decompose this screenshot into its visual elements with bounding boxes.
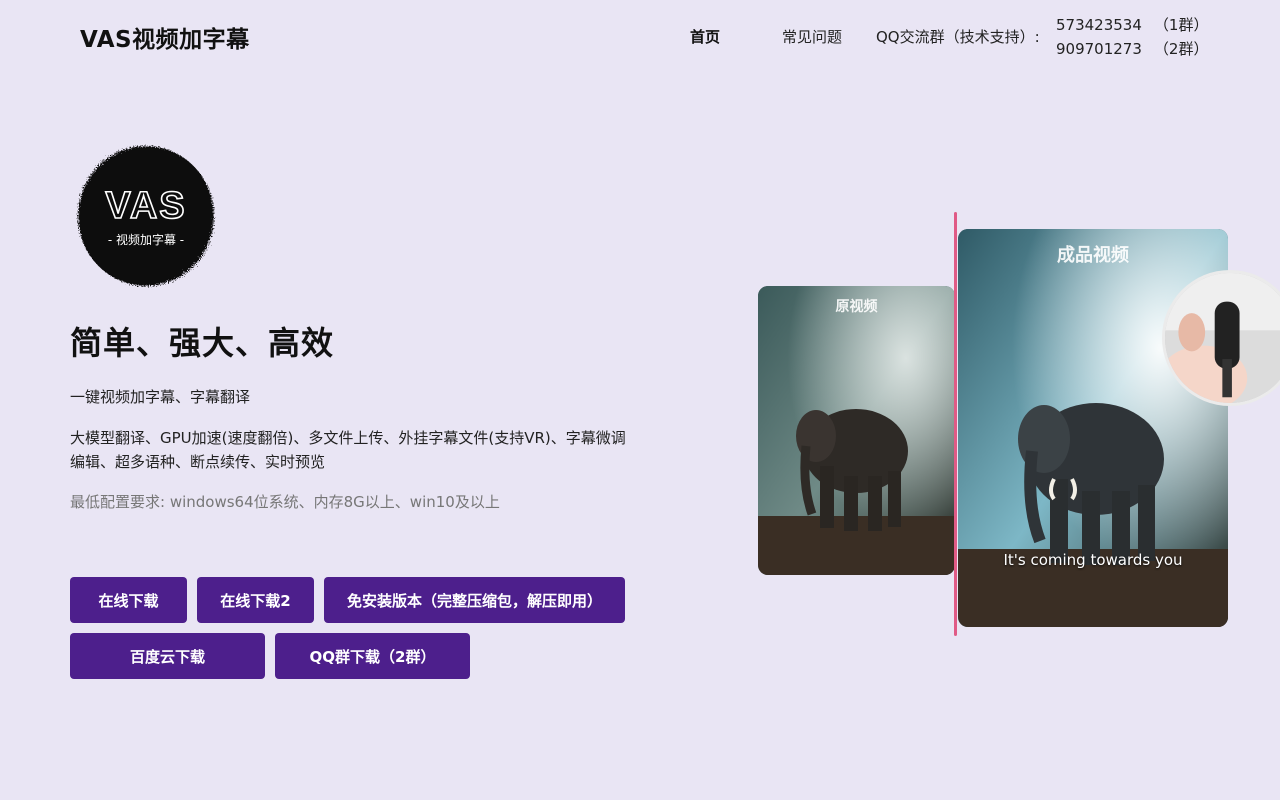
qq-group-number: 573423534 [1056,16,1142,34]
online-download-2-button[interactable]: 在线下载2 [197,577,314,623]
video-preview: 原视频 成品视频 It's coming towards you [758,212,1280,636]
speaker-image [1165,273,1280,403]
original-video-label: 原视频 [835,299,878,315]
final-video-label: 成品视频 [1057,245,1129,266]
hero-requirements: 最低配置要求: windows64位系统、内存8G以上、win10及以上 [70,493,500,511]
logo-text: VAS [105,185,186,227]
qq-group-label: QQ交流群（技术支持）: [876,28,1040,46]
nav-home-link[interactable]: 首页 [690,26,720,47]
online-download-button[interactable]: 在线下载 [70,577,187,623]
qq-group-2: 909701273 （2群） [1056,37,1208,61]
vas-logo: VAS - 视频加字幕 - [74,142,218,290]
qq-group-list: 573423534 （1群） 909701273 （2群） [1056,13,1208,61]
qq-group-download-button[interactable]: QQ群下载（2群） [275,633,470,679]
qq-group-tag: （2群） [1153,40,1209,58]
nav-faq-link[interactable]: 常见问题 [782,26,842,47]
logo-subtext: - 视频加字幕 - [108,232,184,247]
qq-group-tag: （1群） [1153,16,1209,34]
hero-tagline: 一键视频加字幕、字幕翻译 [70,388,251,406]
subtitle-text: It's coming towards you [1003,551,1183,569]
hero-features: 大模型翻译、GPU加速(速度翻倍)、多文件上传、外挂字幕文件(支持VR)、字幕微… [70,429,626,471]
page: VAS视频加字幕 首页 常见问题 QQ交流群（技术支持）: 573423534 （… [0,0,1280,800]
qq-group-1: 573423534 （1群） [1056,13,1208,37]
baidu-cloud-download-button[interactable]: 百度云下载 [70,633,265,679]
original-video-card: 原视频 [758,286,955,575]
qq-group-number: 909701273 [1056,40,1142,58]
compare-divider[interactable] [954,212,957,636]
hero-headline: 简单、强大、高效 [70,324,335,362]
original-video-image [758,286,955,575]
portable-version-button[interactable]: 免安装版本（完整压缩包，解压即用） [324,577,625,623]
